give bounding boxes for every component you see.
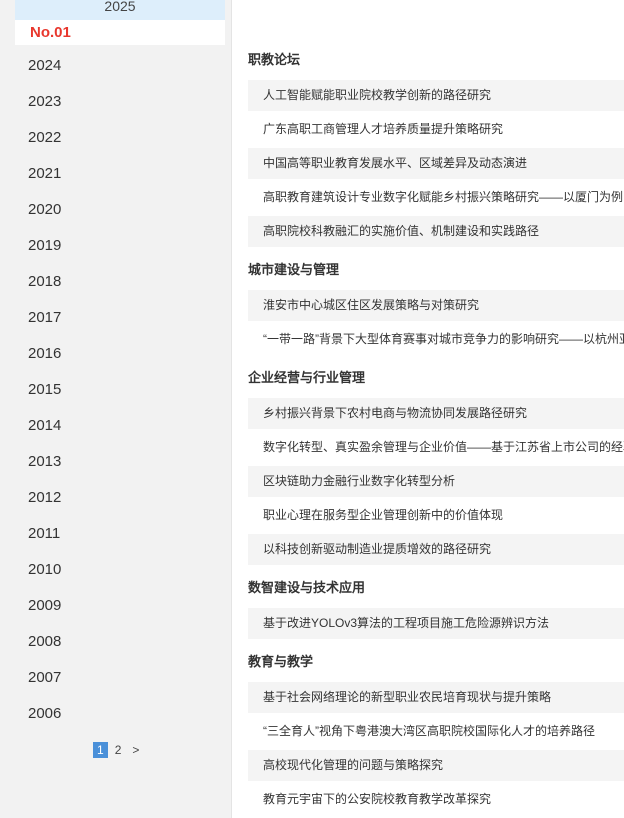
year-item[interactable]: 2008 <box>15 624 225 660</box>
article-link[interactable]: 淮安市中心城区住区发展策略与对策研究 <box>248 290 624 321</box>
year-item[interactable]: 2021 <box>15 156 225 192</box>
year-item[interactable]: 2018 <box>15 264 225 300</box>
section-title: 城市建设与管理 <box>248 262 340 277</box>
article-link[interactable]: 中国高等职业教育发展水平、区域差异及动态演进 <box>248 148 624 179</box>
article-link[interactable]: “一带一路”背景下大型体育赛事对城市竞争力的影响研究——以杭州亚运会为例 <box>248 324 624 355</box>
article-link[interactable]: 教育元宇宙下的公安院校教育教学改革探究 <box>248 784 624 815</box>
section-title: 职教论坛 <box>248 52 301 67</box>
article-link[interactable]: 高职教育建筑设计专业数字化赋能乡村振兴策略研究——以厦门为例 <box>248 182 624 213</box>
page-1-button[interactable]: 1 <box>93 742 108 758</box>
year-item[interactable]: 2007 <box>15 660 225 696</box>
article-link[interactable]: 人工智能赋能职业院校教学创新的路径研究 <box>248 80 624 111</box>
section-title: 教育与教学 <box>248 654 314 669</box>
article-link[interactable]: 以科技创新驱动制造业提质增效的路径研究 <box>248 534 624 565</box>
article-link[interactable]: 基于改进YOLOv3算法的工程项目施工危险源辨识方法 <box>248 608 624 639</box>
article-link[interactable]: 数字化转型、真实盈余管理与企业价值——基于江苏省上市公司的经验证据 <box>248 432 624 463</box>
year-item[interactable]: 2023 <box>15 84 225 120</box>
year-item[interactable]: 2006 <box>15 696 225 732</box>
year-item[interactable]: 2013 <box>15 444 225 480</box>
year-sidebar: 2025 No.01 2024 2023 2022 2021 2020 2019 2018 2… <box>0 0 232 818</box>
year-item[interactable]: 2015 <box>15 372 225 408</box>
article-link[interactable]: 广东高职工商管理人才培养质量提升策略研究 <box>248 114 624 145</box>
year-item[interactable]: 2019 <box>15 228 225 264</box>
year-item[interactable]: 2017 <box>15 300 225 336</box>
article-link[interactable]: 职业心理在服务型企业管理创新中的价值体现 <box>248 500 624 531</box>
year-item[interactable]: 2011 <box>15 516 225 552</box>
issue-link-active[interactable]: No.01 <box>15 20 225 45</box>
year-item[interactable]: 2020 <box>15 192 225 228</box>
year-item[interactable]: 2022 <box>15 120 225 156</box>
page-2-button[interactable]: 2 <box>111 742 126 758</box>
year-item[interactable]: 2014 <box>15 408 225 444</box>
article-link[interactable]: “三全育人”视角下粤港澳大湾区高职院校国际化人才的培养路径 <box>248 716 624 747</box>
article-link[interactable]: 高校现代化管理的问题与策略探究 <box>248 750 624 781</box>
article-link[interactable]: 乡村振兴背景下农村电商与物流协同发展路径研究 <box>248 398 624 429</box>
year-item[interactable]: 2010 <box>15 552 225 588</box>
year-item[interactable]: 2024 <box>15 48 225 84</box>
article-link[interactable]: 区块链助力金融行业数字化转型分析 <box>248 466 624 497</box>
year-item[interactable]: 2009 <box>15 588 225 624</box>
article-link[interactable]: 高职院校科教融汇的实施价值、机制建设和实践路径 <box>248 216 624 247</box>
section-title: 数智建设与技术应用 <box>248 580 366 595</box>
year-item[interactable]: 2016 <box>15 336 225 372</box>
article-list: 职教论坛人工智能赋能职业院校教学创新的路径研究 广东高职工商管理人才培养质量提升策… <box>233 0 624 818</box>
section-title: 企业经营与行业管理 <box>248 370 366 385</box>
current-year[interactable]: 2025 <box>15 0 225 20</box>
pagination: 1 2 > <box>93 742 146 758</box>
year-list: 2024 2023 2022 2021 2020 2019 2018 2017 2016 2015… <box>15 48 225 732</box>
article-link[interactable]: 基于社会网络理论的新型职业农民培育现状与提升策略 <box>248 682 624 713</box>
next-page-button[interactable]: > <box>128 742 143 758</box>
year-item[interactable]: 2012 <box>15 480 225 516</box>
